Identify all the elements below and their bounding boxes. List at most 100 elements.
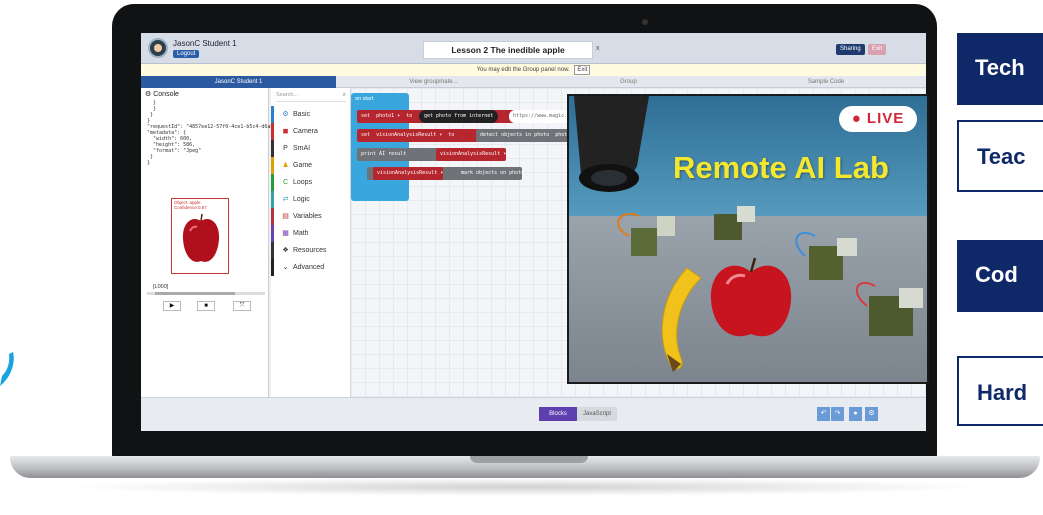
- category-resources[interactable]: ❖ Resources: [271, 242, 351, 259]
- redo-button[interactable]: ↷: [831, 407, 844, 421]
- close-icon[interactable]: x: [596, 45, 600, 52]
- console-panel: ⚙ Console } } } } "requestId": "4857ee12…: [141, 88, 274, 431]
- mark-objects-label: mark objects on photo: [461, 170, 525, 176]
- laptop-shadow: [60, 478, 990, 496]
- category-loops[interactable]: C Loops: [271, 174, 351, 191]
- basic-icon: ⚙: [282, 111, 289, 118]
- fullscreen-button[interactable]: ⤧: [233, 301, 251, 311]
- undo-button[interactable]: ↶: [817, 407, 830, 421]
- student-name: JasonC Student 1: [173, 39, 237, 48]
- category-math[interactable]: ▦ Math: [271, 225, 351, 242]
- category-basic[interactable]: ⚙ Basic: [271, 106, 351, 123]
- category-logic[interactable]: ⇄ Logic: [271, 191, 351, 208]
- category-color-bar: [271, 242, 274, 259]
- get-photo-block[interactable]: get photo from internet: [419, 110, 499, 123]
- category-color-bar: [271, 208, 274, 225]
- category-label: Basic: [293, 111, 311, 118]
- category-color-bar: [271, 259, 274, 276]
- tab-bar: JasonC Student 1 View groupmate... Group…: [141, 76, 926, 88]
- resources-icon: ❖: [282, 247, 289, 254]
- notice-exit-button[interactable]: Exit: [574, 65, 591, 75]
- tab-group[interactable]: Group: [531, 76, 726, 88]
- photo-variable[interactable]: photo1 ▾: [376, 113, 400, 119]
- category-game[interactable]: ♟ Game: [271, 157, 351, 174]
- avatar[interactable]: [148, 38, 168, 58]
- lesson-title: Lesson 2 The inedible apple: [423, 41, 593, 59]
- logout-button[interactable]: Logout: [173, 50, 200, 58]
- to-label: to: [406, 113, 413, 119]
- exit-button[interactable]: Exit: [868, 44, 887, 55]
- record-button[interactable]: ●: [849, 407, 862, 421]
- category-search-input[interactable]: Search... ⌕: [276, 92, 346, 102]
- advanced-icon: ⌄: [282, 264, 289, 271]
- side-card-cod[interactable]: Cod: [957, 240, 1043, 312]
- category-label: Logic: [293, 196, 310, 203]
- category-color-bar: [271, 123, 274, 140]
- webcam-icon: [642, 19, 648, 25]
- stop-button[interactable]: ■: [197, 301, 215, 311]
- side-card-teac[interactable]: Teac: [957, 120, 1043, 192]
- set-label: set: [361, 113, 371, 119]
- math-icon: ▦: [282, 230, 289, 237]
- console-output: } } } } "requestId": "4857ee12-57f0-4ce1…: [147, 100, 274, 166]
- category-search-placeholder: Search...: [276, 92, 299, 98]
- bottom-bar: Blocks JavaScript ↶ ↷ ● ⚙: [141, 397, 926, 431]
- side-card-hard[interactable]: Hard: [957, 356, 1043, 426]
- category-label: Resources: [293, 247, 327, 254]
- set-label-2: set: [361, 132, 371, 138]
- category-color-bar: [271, 191, 274, 208]
- apple-image: [180, 211, 222, 267]
- detection-label: Object: apple Confidence:0.87: [174, 200, 207, 210]
- live-badge: ● LIVE: [839, 106, 917, 132]
- console-title-label: Console: [153, 91, 179, 98]
- category-label: Advanced: [293, 264, 325, 271]
- lab-scene-image: [569, 96, 927, 382]
- laptop-notch: [470, 456, 588, 463]
- category-variables[interactable]: ▤ Variables: [271, 208, 351, 225]
- search-icon[interactable]: ⌕: [343, 92, 346, 99]
- live-title: Remote AI Lab: [673, 150, 889, 185]
- detect-objects-block[interactable]: detect objects in photo photo1: [476, 129, 574, 142]
- tab-view-groupmate[interactable]: View groupmate...: [336, 76, 531, 88]
- logic-icon: ⇄: [282, 196, 289, 203]
- play-button[interactable]: ▶: [163, 301, 181, 311]
- print-result-variable[interactable]: visionAnalysisResult ▾: [436, 148, 507, 161]
- on-start-label: on start: [355, 96, 374, 102]
- camera-icon: ◼: [282, 128, 289, 135]
- remote-ai-lab-video: ● LIVE Remote AI Lab: [567, 94, 929, 384]
- category-label: SmAI: [293, 145, 311, 152]
- category-color-bar: [271, 140, 274, 157]
- category-label: Camera: [293, 128, 318, 135]
- category-color-bar: [271, 157, 274, 174]
- print-label: print AI result: [361, 151, 407, 157]
- settings-gear-icon[interactable]: ⚙: [865, 407, 878, 421]
- category-label: Game: [293, 162, 313, 169]
- detected-photo: Object: apple Confidence:0.87: [171, 198, 229, 274]
- smai-icon: P: [283, 145, 288, 152]
- category-color-bar: [271, 106, 274, 123]
- tab-student[interactable]: JasonC Student 1: [141, 76, 336, 88]
- category-label: Variables: [293, 213, 322, 220]
- console-coords: [L000]: [153, 284, 169, 290]
- block-categories: Search... ⌕ ⚙ Basic ◼ Camera P SmAI ♟ Game C Loop…: [271, 88, 351, 431]
- category-color-bar: [271, 174, 274, 191]
- category-advanced[interactable]: ⌄ Advanced: [271, 259, 351, 276]
- notice-text: You may edit the Group panel now.: [476, 67, 570, 73]
- to-label-2: to: [448, 132, 455, 138]
- side-card-tech[interactable]: Tech: [957, 33, 1043, 105]
- url-field[interactable]: https://www.magic.hk/...: [509, 110, 569, 123]
- sharing-button[interactable]: Sharing: [836, 44, 865, 55]
- console-scrollbar[interactable]: [147, 292, 265, 295]
- mark-result-variable[interactable]: visionAnalysisResult ▾: [373, 167, 444, 180]
- blocks-mode-button[interactable]: Blocks: [539, 407, 577, 421]
- category-camera[interactable]: ◼ Camera: [271, 123, 351, 140]
- result-variable[interactable]: visionAnalysisResult ▾: [376, 132, 442, 138]
- variables-icon: ▤: [282, 213, 289, 220]
- group-notice: You may edit the Group panel now. Exit: [141, 64, 926, 76]
- category-smai[interactable]: P SmAI: [271, 140, 351, 157]
- category-label: Loops: [293, 179, 313, 186]
- tab-sample-code[interactable]: Sample Code: [726, 76, 926, 88]
- javascript-mode-button[interactable]: JavaScript: [577, 407, 617, 421]
- console-title: ⚙ Console: [145, 91, 179, 98]
- detect-label: detect objects in photo: [480, 132, 550, 138]
